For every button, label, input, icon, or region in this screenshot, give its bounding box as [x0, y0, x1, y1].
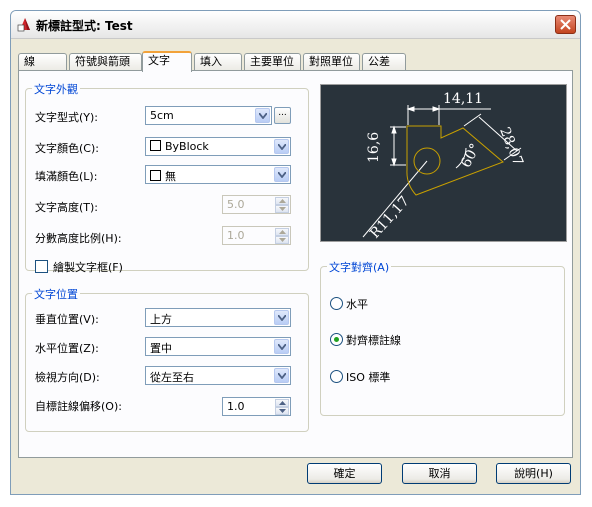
text-style-label: 文字型式(Y): [35, 111, 99, 124]
view-direction-label: 檢視方向(D): [35, 371, 100, 384]
autocad-app-icon [17, 18, 30, 32]
view-direction-select[interactable]: 從左至右 [145, 366, 291, 385]
tab-tolerances[interactable]: 公差 [362, 53, 406, 70]
chevron-down-icon [279, 409, 286, 413]
tab-alternate-units[interactable]: 對照單位 [303, 53, 360, 70]
preview-dim-top: 14,11 [443, 91, 484, 107]
chevron-down-icon [279, 207, 286, 211]
tab-lines[interactable]: 線 [18, 53, 67, 70]
close-icon [560, 19, 571, 30]
fill-color-dropdown-arrow[interactable] [274, 167, 289, 182]
spin-up-button[interactable] [275, 197, 289, 205]
spin-down-button[interactable] [275, 205, 289, 213]
chevron-down-icon [278, 315, 286, 321]
vertical-position-value: 上方 [150, 313, 172, 326]
vertical-position-label: 垂直位置(V): [35, 313, 99, 326]
text-color-select[interactable]: ByBlock [145, 137, 291, 156]
tab-primary-units[interactable]: 主要單位 [244, 53, 301, 70]
text-placement-title: 文字位置 [32, 286, 80, 302]
spin-down-button[interactable] [275, 407, 289, 415]
align-iso-radio[interactable] [330, 370, 343, 383]
align-horizontal-radio[interactable] [330, 297, 343, 310]
align-with-dimline-radio[interactable] [330, 333, 343, 346]
text-style-select[interactable]: 5cm [145, 106, 272, 125]
dialog-window: 新標註型式: Test 線 符號與箭頭 文字 填入 主要單位 對照單位 公差 文… [10, 10, 581, 495]
vertical-position-dropdown-arrow[interactable] [274, 310, 289, 325]
offset-spinner[interactable]: 1.0 [222, 397, 291, 416]
chevron-up-icon [279, 230, 286, 234]
align-horizontal-label[interactable]: 水平 [346, 296, 368, 312]
chevron-down-icon [278, 373, 286, 379]
spin-down-button[interactable] [275, 236, 289, 244]
cancel-button[interactable]: 取消 [402, 463, 477, 484]
text-appearance-group: 文字外觀 文字型式(Y): 5cm ... 文字顏色(C): ByBlock 填… [25, 81, 309, 274]
draw-frame-label[interactable]: 繪製文字框(F) [53, 259, 123, 275]
ok-button[interactable]: 確定 [307, 463, 382, 484]
window-title: 新標註型式: Test [36, 19, 133, 33]
tab-symbols-arrows[interactable]: 符號與箭頭 [69, 53, 142, 70]
fraction-height-label: 分數高度比例(H): [35, 232, 122, 245]
chevron-down-icon [278, 344, 286, 350]
chevron-up-icon [279, 401, 286, 405]
text-color-label: 文字顏色(C): [35, 142, 99, 155]
fill-color-label: 填滿顏色(L): [35, 170, 98, 183]
tab-panel-text: 文字外觀 文字型式(Y): 5cm ... 文字顏色(C): ByBlock 填… [18, 70, 573, 458]
text-style-dropdown-arrow[interactable] [255, 108, 270, 123]
radio-selected-dot [334, 337, 339, 342]
text-height-label: 文字高度(T): [35, 201, 99, 214]
horizontal-position-select[interactable]: 置中 [145, 337, 291, 356]
text-style-value: 5cm [150, 109, 174, 122]
text-color-value: ByBlock [165, 140, 209, 153]
draw-frame-checkbox[interactable] [35, 260, 48, 273]
align-with-dimline-label[interactable]: 對齊標註線 [346, 332, 401, 348]
spin-up-button[interactable] [275, 399, 289, 407]
text-alignment-title: 文字對齊(A) [327, 259, 392, 275]
fraction-height-value: 1.0 [227, 229, 245, 242]
tab-fit[interactable]: 填入 [194, 53, 242, 70]
close-button[interactable] [555, 15, 576, 34]
chevron-down-icon [279, 238, 286, 242]
offset-value: 1.0 [227, 400, 245, 413]
color-swatch-icon [150, 140, 161, 151]
preview-dim-left: 16,6 [366, 131, 382, 163]
text-appearance-title: 文字外觀 [32, 81, 80, 97]
tab-text[interactable]: 文字 [142, 51, 192, 72]
view-direction-dropdown-arrow[interactable] [274, 368, 289, 383]
help-button[interactable]: 說明(H) [496, 463, 571, 484]
text-alignment-group: 文字對齊(A) 水平 對齊標註線 ISO 標準 [320, 259, 565, 416]
view-direction-value: 從左至右 [150, 371, 194, 384]
dimension-preview: 14,11 16,6 28,07 60° R11,17 [320, 84, 567, 242]
horizontal-position-value: 置中 [150, 342, 172, 355]
offset-label: 自標註線偏移(O): [35, 400, 122, 413]
chevron-down-icon [259, 113, 267, 119]
fill-color-select[interactable]: 無 [145, 165, 291, 184]
text-style-browse-button[interactable]: ... [274, 107, 291, 124]
color-swatch-icon [150, 170, 161, 181]
horizontal-position-label: 水平位置(Z): [35, 342, 99, 355]
chevron-down-icon [278, 172, 286, 178]
preview-drawing [362, 105, 522, 238]
spin-up-button[interactable] [275, 228, 289, 236]
text-height-spinner[interactable]: 5.0 [222, 195, 291, 214]
chevron-up-icon [279, 199, 286, 203]
fill-color-value: 無 [165, 170, 176, 183]
chevron-down-icon [278, 144, 286, 150]
horizontal-position-dropdown-arrow[interactable] [274, 339, 289, 354]
vertical-position-select[interactable]: 上方 [145, 308, 291, 327]
align-iso-label[interactable]: ISO 標準 [346, 369, 390, 385]
text-placement-group: 文字位置 垂直位置(V): 上方 水平位置(Z): 置中 檢視方向(D): 從左… [25, 286, 309, 432]
text-height-value: 5.0 [227, 198, 245, 211]
fraction-height-spinner[interactable]: 1.0 [222, 226, 291, 245]
title-bar[interactable]: 新標註型式: Test [11, 11, 580, 39]
text-color-dropdown-arrow[interactable] [274, 139, 289, 154]
